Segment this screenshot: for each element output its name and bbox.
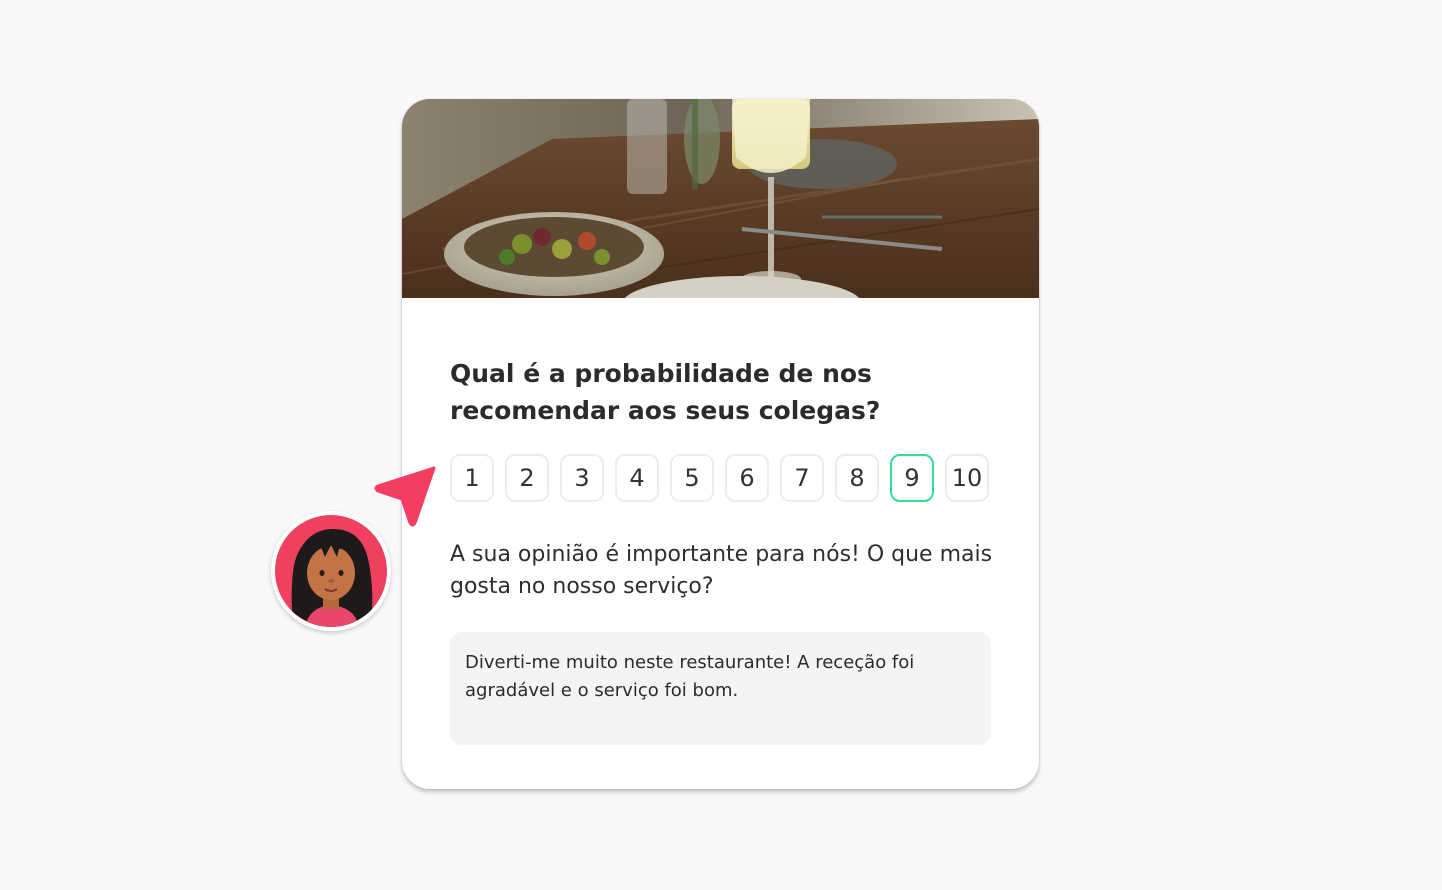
question-title: Qual é a probabilidade de nos recomendar… — [450, 359, 881, 425]
feedback-textarea[interactable]: Diverti-me muito neste restaurante! A re… — [450, 632, 991, 745]
rating-option-3[interactable]: 3 — [560, 454, 604, 502]
rating-option-9-selected[interactable]: 9 — [890, 454, 934, 502]
rating-option-5[interactable]: 5 — [670, 454, 714, 502]
feedback-prompt: A sua opinião é importante para nós! O q… — [450, 542, 993, 599]
rating-option-2[interactable]: 2 — [505, 454, 549, 502]
user-avatar-icon — [271, 511, 391, 631]
rating-option-6[interactable]: 6 — [725, 454, 769, 502]
survey-card: Qual é a probabilidade de nos recomendar… — [402, 99, 1039, 789]
restaurant-table-photo — [402, 99, 1039, 298]
rating-option-1[interactable]: 1 — [450, 454, 494, 502]
rating-option-8[interactable]: 8 — [835, 454, 879, 502]
rating-option-4[interactable]: 4 — [615, 454, 659, 502]
page: Qual é a probabilidade de nos recomendar… — [0, 0, 1442, 890]
rating-option-10[interactable]: 10 — [945, 454, 989, 502]
rating-option-7[interactable]: 7 — [780, 454, 824, 502]
